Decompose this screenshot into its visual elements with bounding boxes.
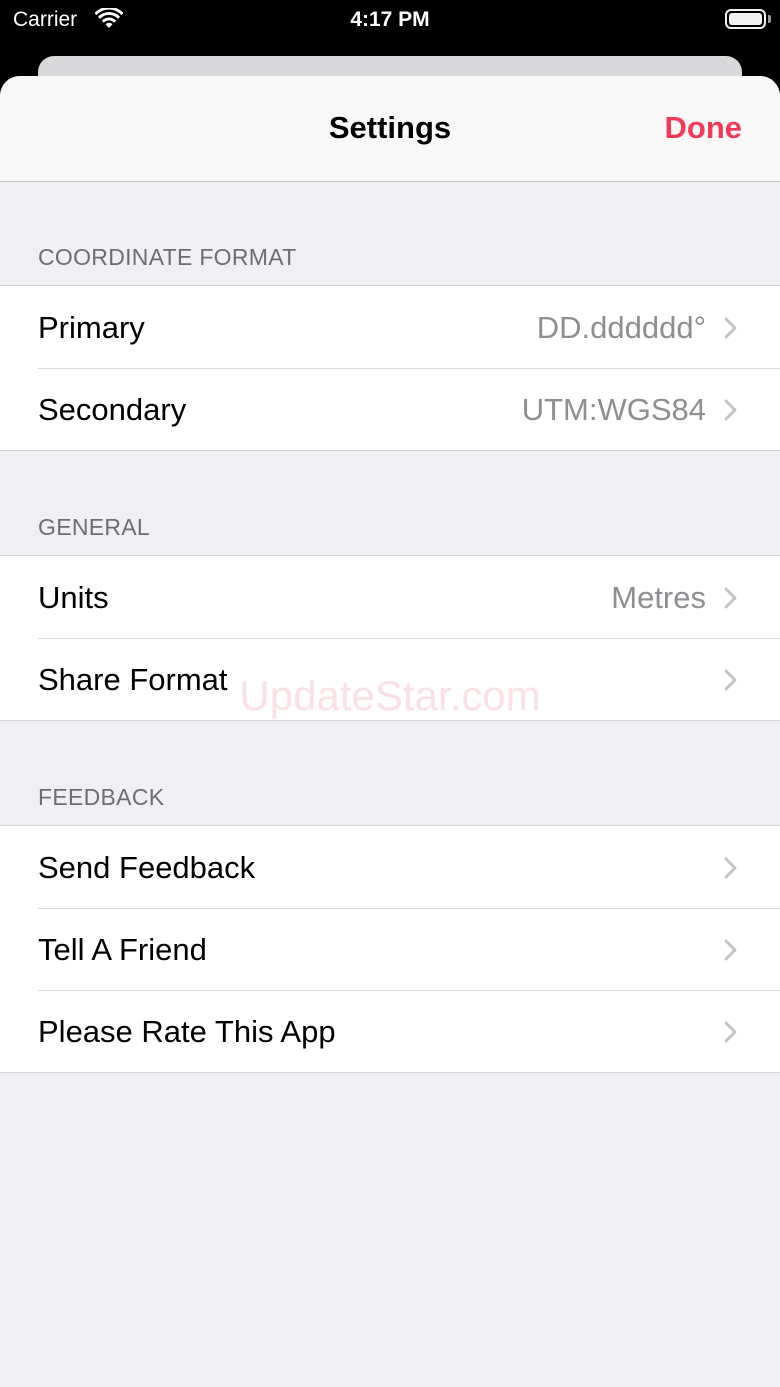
row-label: Primary: [38, 310, 145, 345]
row-label: Send Feedback: [38, 850, 256, 885]
chevron-right-icon: [724, 587, 737, 609]
chevron-right-icon: [724, 399, 737, 421]
section-header-general: GENERAL: [38, 514, 151, 540]
general-group: Units Metres Share Format: [0, 555, 780, 721]
row-label: Tell A Friend: [38, 932, 207, 967]
coordinate-format-group: Primary DD.dddddd° Secondary UTM:WGS84: [0, 285, 780, 451]
settings-sheet: Settings Done COORDINATE FORMAT Primary …: [0, 76, 780, 1387]
row-value: UTM:WGS84: [521, 392, 706, 427]
row-primary[interactable]: Primary DD.dddddd°: [0, 286, 780, 368]
battery-nub: [768, 15, 771, 23]
row-send-feedback[interactable]: Send Feedback: [0, 826, 780, 908]
row-label: Please Rate This App: [38, 1014, 336, 1049]
chevron-right-icon: [724, 669, 737, 691]
row-value: DD.dddddd°: [536, 310, 706, 345]
chevron-right-icon: [724, 857, 737, 879]
done-button[interactable]: Done: [665, 110, 743, 146]
row-tell-a-friend[interactable]: Tell A Friend: [0, 908, 780, 990]
row-share-format[interactable]: Share Format: [0, 638, 780, 720]
navigation-bar: Settings Done: [0, 76, 780, 182]
chevron-right-icon: [724, 1021, 737, 1043]
row-label: Secondary: [38, 392, 187, 427]
row-secondary[interactable]: Secondary UTM:WGS84: [0, 368, 780, 450]
row-label: Units: [38, 580, 109, 615]
row-units[interactable]: Units Metres: [0, 556, 780, 638]
section-header-coordinate-format: COORDINATE FORMAT: [38, 244, 297, 270]
feedback-group: Send Feedback Tell A Friend Please Rate …: [0, 825, 780, 1073]
page-title: Settings: [328, 110, 452, 145]
row-label: Share Format: [38, 662, 228, 697]
section-header-feedback: FEEDBACK: [38, 784, 165, 810]
status-bar: Carrier 4:17 PM: [0, 0, 780, 40]
chevron-right-icon: [724, 317, 737, 339]
status-time: 4:17 PM: [350, 8, 430, 31]
row-value: Metres: [611, 580, 706, 615]
battery-icon: [725, 9, 766, 29]
row-rate-app[interactable]: Please Rate This App: [0, 990, 780, 1072]
chevron-right-icon: [724, 939, 737, 961]
